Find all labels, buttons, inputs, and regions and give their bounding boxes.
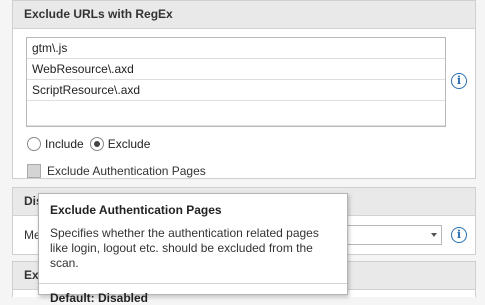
include-radio[interactable]: [27, 137, 41, 151]
tooltip-title: Exclude Authentication Pages: [50, 203, 222, 217]
exclude-auth-pages-label[interactable]: Exclude Authentication Pages: [47, 164, 206, 178]
chevron-down-icon: [431, 233, 437, 237]
exclude-urls-header: Exclude URLs with RegEx: [13, 1, 475, 29]
include-exclude-radio-group: Include Exclude: [27, 135, 156, 153]
exclude-auth-pages-checkbox[interactable]: [27, 164, 41, 178]
regex-list[interactable]: gtm\.js WebResource\.axd ScriptResource\…: [26, 37, 446, 127]
exclude-label[interactable]: Exclude: [108, 137, 151, 151]
list-item[interactable]: gtm\.js: [27, 38, 445, 59]
info-icon[interactable]: i: [451, 73, 467, 89]
tooltip-description: Specifies whether the authentication rel…: [50, 226, 319, 270]
list-item-empty[interactable]: [27, 101, 445, 126]
tooltip-divider: [39, 283, 347, 284]
exclude-auth-tooltip: Exclude Authentication Pages Specifies w…: [38, 193, 348, 305]
exclude-urls-panel: Exclude URLs with RegEx gtm\.js WebResou…: [12, 0, 476, 179]
list-item[interactable]: WebResource\.axd: [27, 59, 445, 80]
exclude-radio[interactable]: [89, 137, 104, 151]
list-item[interactable]: ScriptResource\.axd: [27, 80, 445, 101]
tooltip-default: Default: Disabled: [50, 291, 149, 305]
info-icon[interactable]: i: [451, 227, 467, 243]
second-panel-dropdown[interactable]: [340, 225, 442, 245]
exclude-auth-pages-row: Exclude Authentication Pages: [27, 162, 206, 180]
include-label[interactable]: Include: [45, 137, 84, 151]
